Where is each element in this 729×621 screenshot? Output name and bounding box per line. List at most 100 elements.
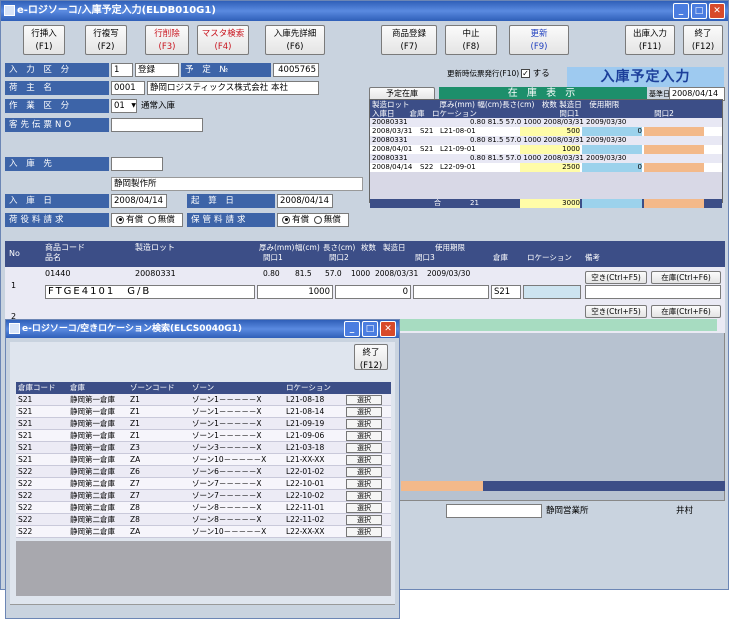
select-button[interactable]: 選択 <box>346 515 382 525</box>
receiving-date-field[interactable]: 2008/04/14 <box>111 194 167 208</box>
f4-master-search-button[interactable]: マスタ検索 (F4) <box>197 25 249 55</box>
booking-date-label: 起 算 日 <box>187 194 275 208</box>
empty-location-row[interactable]: S21 静岡第一倉庫 ZA ゾーン10－－－－－X L21-XX-XX 選択 <box>16 454 391 466</box>
select-button[interactable]: 選択 <box>346 479 382 489</box>
f2-copy-row-button[interactable]: 行複写 (F2) <box>85 25 127 55</box>
select-button[interactable]: 選択 <box>346 491 382 501</box>
empty-location-row[interactable]: S22 静岡第二倉庫 Z7 ゾーン7－－－－－X L22-10-01 選択 <box>16 478 391 490</box>
customer-no-field[interactable] <box>111 118 203 132</box>
stock-row[interactable]: 20080331 0.80 81.5 57.0 1000 2008/03/31 … <box>370 154 722 163</box>
storage-fee-paid-radio[interactable] <box>282 215 290 224</box>
zone-code: Z7 <box>130 491 140 500</box>
empty-location-row[interactable]: S21 静岡第一倉庫 Z1 ゾーン1－－－－－X L21-09-19 選択 <box>16 418 391 430</box>
stock-row[interactable]: 20080331 0.80 81.5 57.0 1000 2008/03/31 … <box>370 118 722 127</box>
select-button[interactable]: 選択 <box>346 407 382 417</box>
storage-fee-radio-group: 有償 無償 <box>277 213 349 227</box>
f6-receiving-detail-button[interactable]: 入庫先詳細 (F6) <box>265 25 325 55</box>
empty-location-row[interactable]: S22 静岡第二倉庫 Z8 ゾーン8－－－－－X L22-11-01 選択 <box>16 502 391 514</box>
empty-location-row[interactable]: S22 静岡第二倉庫 Z8 ゾーン8－－－－－X L22-11-02 選択 <box>16 514 391 526</box>
row-frontage1-field[interactable]: 1000 <box>257 285 333 299</box>
select-button[interactable]: 選択 <box>346 431 382 441</box>
empty-location-button[interactable]: 空き(Ctrl+F5) <box>585 305 647 318</box>
popup-scrollbar[interactable] <box>10 604 395 612</box>
input-division-code-field[interactable]: 1 <box>111 63 133 77</box>
zone-code: Z8 <box>130 515 140 524</box>
stock-location-button[interactable]: 在庫(Ctrl+F6) <box>651 271 721 284</box>
empty-location-row[interactable]: S22 静岡第二倉庫 Z6 ゾーン6－－－－－X L22-01-02 選択 <box>16 466 391 478</box>
chevron-down-icon[interactable]: ▼ <box>131 100 136 112</box>
f8-cancel-button[interactable]: 中止 (F8) <box>445 25 497 55</box>
f7-key: (F7) <box>400 42 418 52</box>
empty-location-row[interactable]: S21 静岡第一倉庫 Z1 ゾーン1－－－－－X L21-08-14 選択 <box>16 406 391 418</box>
row-location-field[interactable] <box>523 285 581 299</box>
stock-location-button[interactable]: 在庫(Ctrl+F6) <box>651 305 721 318</box>
select-button[interactable]: 選択 <box>346 455 382 465</box>
cargo-fee-paid-radio[interactable] <box>116 215 124 224</box>
f12-exit-button[interactable]: 終了 (F12) <box>683 25 723 55</box>
row-remarks-field[interactable] <box>585 285 721 299</box>
detail-row-1[interactable]: 1 01440 20080331 0.80 81.5 57.0 1000 200… <box>5 267 725 303</box>
select-button[interactable]: 選択 <box>346 443 382 453</box>
receiving-date-label: 入 庫 日 <box>5 194 109 208</box>
work-division-label: 作 業 区 分 <box>5 99 109 113</box>
stock-row[interactable]: 2008/04/01 S21 L21-09-01 1000 <box>370 145 722 154</box>
select-button[interactable]: 選択 <box>346 395 382 405</box>
stock-grid-empty-area <box>370 172 722 199</box>
row-expiry: 2009/03/30 <box>427 269 471 278</box>
zone-code: Z3 <box>130 443 140 452</box>
empty-location-button[interactable]: 空き(Ctrl+F5) <box>585 271 647 284</box>
receiving-code-field[interactable] <box>111 157 163 171</box>
select-button[interactable]: 選択 <box>346 467 382 477</box>
popup-close-icon[interactable]: ✕ <box>380 321 396 337</box>
storage-fee-free-radio[interactable] <box>313 215 322 224</box>
popup-exit-button[interactable]: 終了 (F12) <box>354 344 388 371</box>
close-icon[interactable]: ✕ <box>709 3 725 19</box>
f9-update-button[interactable]: 更新 (F9) <box>509 25 569 55</box>
stock-row[interactable]: 2008/03/31 S21 L21-08-01 500 0 <box>370 127 722 136</box>
stock-total-qty2 <box>582 199 642 208</box>
popup-exit-key: (F12) <box>359 361 383 371</box>
stock-row[interactable]: 20080331 0.80 81.5 57.0 1000 2008/03/31 … <box>370 136 722 145</box>
warehouse-name: 静岡第二倉庫 <box>70 491 115 500</box>
select-button[interactable]: 選択 <box>346 503 382 513</box>
row-sheets: 1000 <box>351 269 371 278</box>
location-code: L21-03-18 <box>286 443 325 452</box>
storage-fee-free-label: 無償 <box>323 215 341 225</box>
stock-print-checkbox[interactable]: ✓ <box>521 69 530 78</box>
work-division-select[interactable]: 01 ▼ <box>111 99 137 113</box>
row-warehouse-select[interactable]: S21 <box>491 285 521 299</box>
f11-shipping-input-button[interactable]: 出庫入力 (F11) <box>625 25 675 55</box>
stock-total-label: 合 <box>434 199 441 207</box>
select-button[interactable]: 選択 <box>346 527 382 537</box>
col-width: 幅(cm) <box>295 243 320 252</box>
maximize-icon[interactable]: □ <box>691 3 707 19</box>
col-expiry: 使用期限 <box>435 243 465 252</box>
f8-label: 中止 <box>462 29 480 39</box>
row-product-code: 01440 <box>45 269 71 278</box>
popup-maximize-icon[interactable]: □ <box>362 321 378 337</box>
col-zone-code: ゾーンコード <box>130 383 175 392</box>
select-button[interactable]: 選択 <box>346 419 382 429</box>
booking-date-field[interactable]: 2008/04/14 <box>277 194 333 208</box>
row-frontage2-field[interactable]: 0 <box>335 285 411 299</box>
popup-minimize-icon[interactable]: _ <box>344 321 360 337</box>
row-product-name-field[interactable]: FTGE4101 G/B <box>45 285 255 299</box>
row-frontage3-field[interactable] <box>413 285 489 299</box>
f7-product-register-button[interactable]: 商品登録 (F7) <box>381 25 437 55</box>
f1-insert-row-button[interactable]: 行挿入 (F1) <box>23 25 65 55</box>
detail-total-cell <box>401 481 483 491</box>
location-code: L21-08-14 <box>286 407 325 416</box>
empty-location-row[interactable]: S21 静岡第一倉庫 Z1 ゾーン1－－－－－X L21-08-18 選択 <box>16 394 391 406</box>
empty-location-row[interactable]: S22 静岡第二倉庫 Z7 ゾーン7－－－－－X L22-10-02 選択 <box>16 490 391 502</box>
empty-location-row[interactable]: S21 静岡第一倉庫 Z1 ゾーン1－－－－－X L21-09-06 選択 <box>16 430 391 442</box>
popup-title: e-ロジソーコ/空きロケーション検索(ELCS0040G1) <box>22 324 243 334</box>
empty-location-row[interactable]: S22 静岡第二倉庫 ZA ゾーン10－－－－－X L22-XX-XX 選択 <box>16 526 391 538</box>
stock-row[interactable]: 2008/04/14 S22 L22-09-01 2500 0 <box>370 163 722 172</box>
shipper-code-field[interactable]: 0001 <box>111 81 145 95</box>
f1-label: 行挿入 <box>31 29 57 39</box>
minimize-icon[interactable]: _ <box>673 3 689 19</box>
empty-location-row[interactable]: S21 静岡第一倉庫 Z3 ゾーン3－－－－－X L21-03-18 選択 <box>16 442 391 454</box>
row-number: 1 <box>11 281 17 290</box>
f3-delete-row-button[interactable]: 行削除 (F3) <box>145 25 189 55</box>
cargo-fee-free-radio[interactable] <box>147 215 156 224</box>
